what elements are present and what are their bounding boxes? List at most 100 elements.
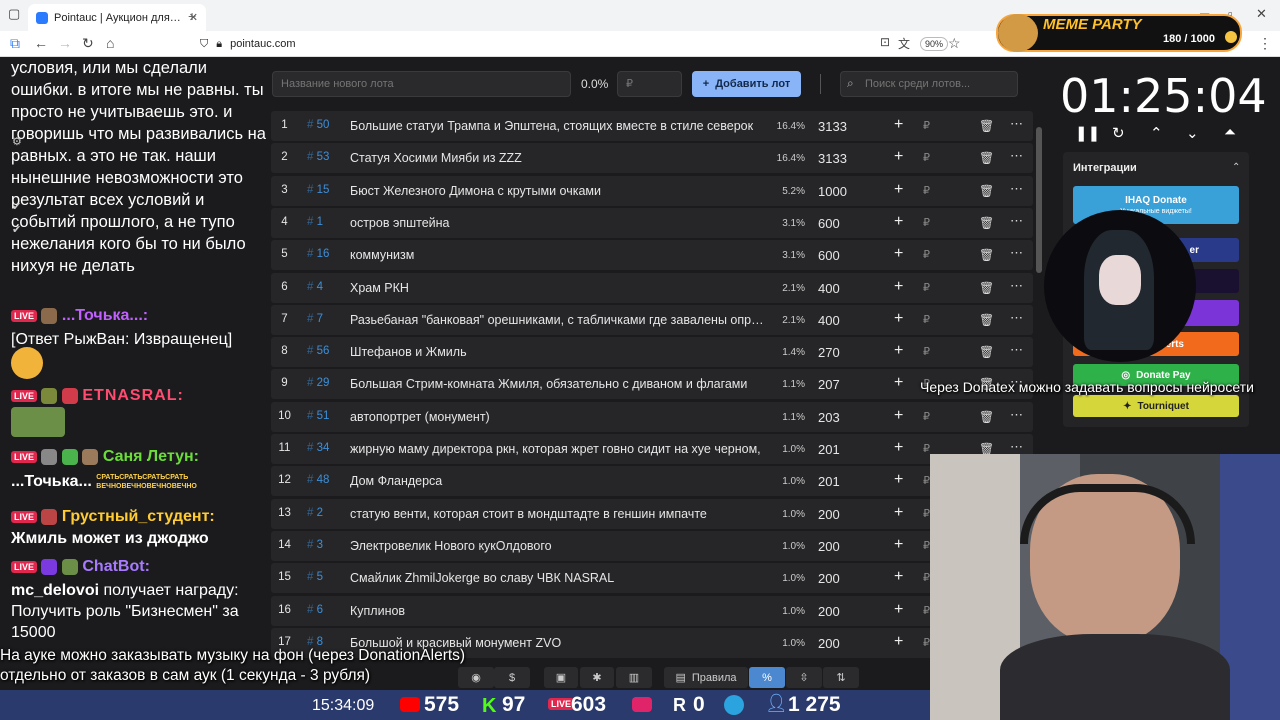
lot-name[interactable]: Бюст Железного Димона с крутыми очками [350, 184, 765, 198]
lot-row[interactable]: 6 # 4 Храм РКН 2.1% 400 + ₽ 🗑︎ ⋯ [271, 272, 1033, 303]
browser-tab[interactable]: Pointauc | Аукцион для стрима ✕ [28, 4, 206, 31]
add-amount-icon[interactable]: + [894, 342, 903, 360]
add-amount-icon[interactable]: + [894, 633, 903, 651]
rub-input[interactable]: ₽ [923, 507, 930, 520]
rub-input[interactable]: ₽ [923, 313, 930, 326]
lot-row[interactable]: 11 # 34 жирную маму директора ркн, которая… [271, 434, 1033, 464]
add-amount-icon[interactable]: + [894, 278, 903, 296]
amount-input[interactable] [617, 71, 682, 97]
lot-amount[interactable]: 400 [818, 281, 840, 296]
delete-icon[interactable]: 🗑︎ [979, 184, 994, 198]
lot-name[interactable]: Разьебаная "банковая" орешниками, с табл… [350, 313, 765, 327]
rub-input[interactable]: ₽ [923, 345, 930, 358]
lot-name[interactable]: Храм РКН [350, 281, 765, 295]
delete-icon[interactable]: 🗑︎ [979, 313, 994, 327]
browser-menu-icon[interactable]: ⋮ [1258, 35, 1272, 52]
save-button[interactable]: ▣ [544, 667, 578, 688]
lot-name[interactable]: Большая Стрим-комната Жмиля, обязательно… [350, 377, 765, 391]
lot-name[interactable]: Смайлик ZhmilJokerge во славу ЧВК NASRAL [350, 571, 765, 585]
clear-button[interactable]: ▥ [616, 667, 652, 688]
add-amount-icon[interactable]: + [894, 471, 903, 489]
rub-input[interactable]: ₽ [923, 248, 930, 261]
lot-amount[interactable]: 200 [818, 539, 840, 554]
lot-amount[interactable]: 203 [818, 410, 840, 425]
delete-icon[interactable]: 🗑︎ [979, 151, 994, 165]
url-field[interactable]: ⛉ 🔒︎ pointauc.com [200, 34, 970, 54]
lot-row[interactable]: 10 # 51 автопортрет (монумент) 1.1% 203 + ₽ 🗑︎ ⋯ [271, 401, 1033, 432]
add-amount-icon[interactable]: + [894, 116, 903, 134]
more-options-icon[interactable]: ⋯ [1010, 342, 1023, 358]
rub-input[interactable]: ₽ [923, 216, 930, 229]
lot-name[interactable]: остров эпштейна [350, 216, 765, 230]
lot-amount[interactable]: 3133 [818, 151, 847, 166]
lot-row[interactable]: 7 # 7 Разьебаная "банковая" орешниками, с … [271, 304, 1033, 335]
delete-icon[interactable]: 🗑︎ [979, 216, 994, 230]
rub-input[interactable]: ₽ [923, 474, 930, 487]
bug-button[interactable]: ✱ [580, 667, 614, 688]
lot-amount[interactable]: 201 [818, 474, 840, 489]
search-input[interactable] [840, 71, 1018, 97]
double-up-icon[interactable]: ⏶ [1224, 124, 1236, 141]
more-options-icon[interactable]: ⋯ [1010, 278, 1023, 294]
add-amount-icon[interactable]: + [894, 601, 903, 619]
more-options-icon[interactable]: ⋯ [1010, 407, 1023, 423]
more-options-icon[interactable]: ⋯ [1010, 181, 1023, 197]
rub-input[interactable]: ₽ [923, 184, 930, 197]
lot-amount[interactable]: 207 [818, 377, 840, 392]
lot-amount[interactable]: 1000 [818, 184, 847, 199]
rub-input[interactable]: ₽ [923, 571, 930, 584]
add-amount-icon[interactable]: + [894, 245, 903, 263]
rub-input[interactable]: ₽ [923, 410, 930, 423]
more-options-icon[interactable]: ⋯ [1010, 148, 1023, 164]
rub-input[interactable]: ₽ [923, 539, 930, 552]
bookmark-star-icon[interactable]: ☆ [948, 35, 961, 52]
lot-row[interactable]: 2 # 53 Статуя Хосими Мияби из ZZZ 16.4% 3133… [271, 143, 1033, 174]
lot-row[interactable]: 4 # 1 остров эпштейна 3.1% 600 + ₽ 🗑︎ ⋯ [271, 207, 1033, 238]
lot-name[interactable]: автопортрет (монумент) [350, 410, 765, 424]
lot-row[interactable]: 9 # 29 Большая Стрим-комната Жмиля, обязат… [271, 369, 1033, 400]
delete-icon[interactable]: 🗑︎ [979, 410, 994, 424]
lot-amount[interactable]: 201 [818, 442, 840, 457]
add-amount-icon[interactable]: + [894, 407, 903, 425]
lot-amount[interactable]: 400 [818, 313, 840, 328]
lot-amount[interactable]: 3133 [818, 119, 847, 134]
lot-name[interactable]: Большие статуи Трампа и Эпштена, стоящих… [350, 119, 765, 133]
rub-input[interactable]: ₽ [923, 636, 930, 649]
lot-row[interactable]: 12# 48Дом Фландерса1.0%201+₽🗑︎⋯ [271, 466, 1033, 497]
lot-amount[interactable]: 200 [818, 571, 840, 586]
add-amount-icon[interactable]: + [894, 568, 903, 586]
donate-button[interactable]: $ [494, 667, 530, 688]
lot-row[interactable]: 1 # 50 Большие статуи Трампа и Эпштена, ст… [271, 111, 1033, 141]
add-amount-icon[interactable]: + [894, 439, 903, 457]
lot-amount[interactable]: 200 [818, 604, 840, 619]
lot-row[interactable]: 3 # 15 Бюст Железного Димона с крутыми очк… [271, 175, 1033, 206]
rub-input[interactable]: ₽ [923, 119, 930, 132]
more-options-icon[interactable]: ⋯ [1010, 310, 1023, 326]
more-options-icon[interactable]: ⋯ [1010, 116, 1023, 132]
lot-row[interactable]: 14 # 3 Электровелик Нового кукОлдового 1.0%… [271, 530, 1033, 561]
more-options-icon[interactable]: ⋯ [1010, 439, 1023, 455]
lot-name[interactable]: Куплинов [350, 604, 765, 618]
delete-icon[interactable]: 🗑︎ [979, 119, 994, 133]
github-button[interactable]: ◉ [458, 667, 494, 688]
add-amount-icon[interactable]: + [894, 504, 903, 522]
collapse-icon[interactable]: ⌃ [1232, 162, 1240, 173]
lot-name[interactable]: Электровелик Нового кукОлдового [350, 539, 765, 553]
rub-input[interactable]: ₽ [923, 151, 930, 164]
close-window-icon[interactable]: ✕ [1256, 6, 1267, 22]
lot-amount[interactable]: 200 [818, 636, 840, 651]
new-lot-input[interactable] [272, 71, 571, 97]
zoom-level[interactable]: 90% [920, 37, 949, 51]
screenshot-icon[interactable]: ⊡ [880, 35, 890, 49]
lot-amount[interactable]: 600 [818, 216, 840, 231]
new-tab-icon[interactable]: + [188, 8, 196, 24]
rub-input[interactable]: ₽ [923, 604, 930, 617]
add-amount-icon[interactable]: + [894, 148, 903, 166]
sidebar-check-icon[interactable]: ✔ [12, 200, 21, 213]
lot-row[interactable]: 16# 6Куплинов1.0%200+₽🗑︎⋯ [271, 595, 1033, 626]
add-lot-button[interactable]: + Добавить лот [692, 71, 801, 97]
home-icon[interactable]: ⌂ [106, 35, 114, 51]
sidebar-check-icon[interactable]: ✔ [12, 223, 21, 236]
scrollbar[interactable] [1036, 127, 1042, 273]
rub-input[interactable]: ₽ [923, 281, 930, 294]
